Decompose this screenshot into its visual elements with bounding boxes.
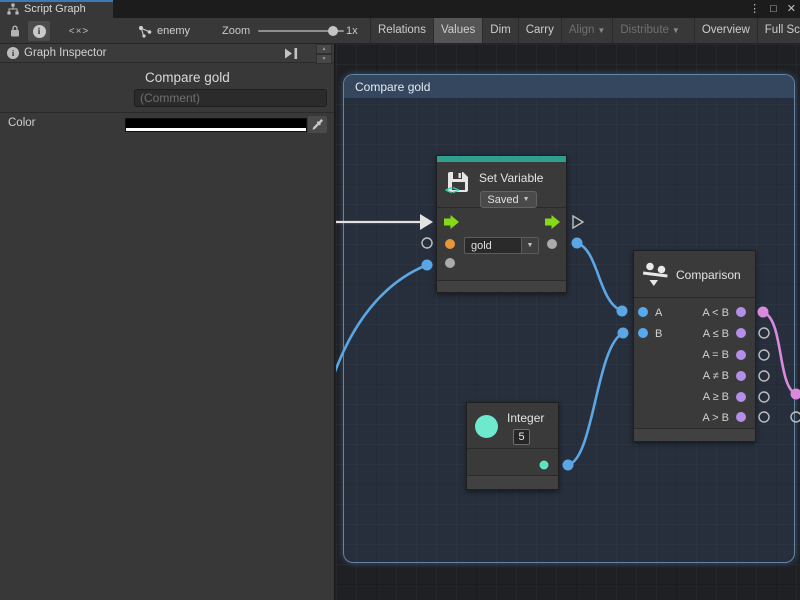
zoom-value: 1x (346, 18, 358, 44)
code-preview-button[interactable]: <×> (62, 21, 96, 41)
variable-name-dropdown[interactable]: gold ▼ (464, 237, 539, 254)
dropdown-arrow-icon: ▼ (597, 26, 605, 35)
lock-button[interactable] (4, 21, 26, 41)
scroll-down-icon[interactable]: ▼ (316, 54, 332, 64)
distribute-button[interactable]: Distribute▼ (612, 18, 687, 43)
node-title: Set Variable (479, 171, 543, 185)
output-a-gt-b-label: A > B (702, 408, 729, 429)
lock-icon (9, 24, 21, 38)
tab-label: Script Graph (24, 3, 86, 15)
node-footer (467, 475, 558, 489)
align-button[interactable]: Align▼ (561, 18, 613, 43)
script-graph-icon (7, 3, 19, 15)
integer-icon (475, 415, 498, 438)
node-footer (437, 280, 566, 292)
window-controls: ⋮ □ ✕ (749, 0, 796, 18)
output-a-eq-b-label: A = B (702, 345, 729, 366)
fullscreen-button[interactable]: Full Screen (757, 18, 800, 43)
save-variable-icon: <> (444, 168, 472, 196)
carry-button[interactable]: Carry (518, 18, 561, 43)
info-icon: i (33, 25, 46, 38)
output-a-lt-b-label: A < B (702, 303, 729, 324)
divider (0, 112, 334, 113)
eyedropper-button[interactable] (308, 116, 327, 133)
tab-accent-line (0, 0, 113, 2)
dim-button[interactable]: Dim (482, 18, 517, 43)
node-title: Comparison (676, 268, 741, 282)
node-comparison[interactable]: Comparison A B A < B A ≤ B A = B A ≠ B A… (633, 250, 756, 442)
node-footer (634, 428, 755, 441)
toolbar-buttons: Relations Values Dim Carry Align▼ Distri… (370, 18, 800, 43)
tab-script-graph[interactable]: Script Graph (0, 0, 113, 18)
info-icon: i (7, 47, 19, 59)
maximize-icon[interactable]: □ (770, 0, 777, 18)
relations-button[interactable]: Relations (370, 18, 433, 43)
dropdown-arrow-icon: ▼ (672, 26, 680, 35)
eyedropper-icon (311, 118, 324, 131)
svg-text:<>: <> (445, 183, 459, 196)
values-button[interactable]: Values (433, 18, 482, 43)
input-a-label: A (655, 303, 662, 324)
dock-panel-icon[interactable] (284, 47, 300, 60)
output-a-lte-b-label: A ≤ B (703, 324, 729, 345)
graph-toolbar: i <×> enemy Zoom 1x Relations Values Dim… (0, 18, 800, 44)
kebab-menu-icon[interactable]: ⋮ (749, 0, 760, 18)
variable-scope-dropdown[interactable]: Saved ▼ (480, 191, 537, 208)
comparison-scale-icon (642, 261, 669, 288)
comment-input[interactable] (134, 89, 327, 107)
breadcrumb-label: enemy (157, 25, 190, 37)
unity-visual-scripting-window: Script Graph ⋮ □ ✕ i <×> enemy (0, 0, 800, 600)
graph-breadcrumb-icon (138, 25, 152, 38)
node-header: <> Set Variable Saved ▼ (437, 162, 566, 208)
node-integer[interactable]: Integer 5 (466, 402, 559, 490)
overview-button[interactable]: Overview (694, 18, 757, 43)
code-icon: <×> (69, 26, 90, 37)
panel-scrollbar[interactable]: ▲ ▼ (316, 44, 332, 63)
group-title: Compare gold (355, 80, 430, 94)
zoom-label: Zoom (222, 18, 250, 44)
color-swatch[interactable] (125, 118, 307, 132)
inspector-toggle-button[interactable]: i (28, 21, 50, 41)
close-icon[interactable]: ✕ (787, 0, 796, 18)
node-header: Comparison (634, 251, 755, 298)
graph-title: Compare gold (145, 70, 230, 85)
group-header[interactable]: Compare gold (344, 75, 794, 99)
alpha-strip (126, 128, 306, 131)
output-a-neq-b-label: A ≠ B (703, 366, 729, 387)
dropdown-arrow-icon: ▼ (523, 196, 530, 203)
zoom-slider-handle[interactable] (328, 26, 338, 36)
output-a-gte-b-label: A ≥ B (703, 387, 729, 408)
graph-inspector-header: i Graph Inspector ▲ ▼ (0, 44, 334, 63)
color-label: Color (8, 117, 35, 129)
integer-value-input[interactable]: 5 (513, 429, 530, 445)
breadcrumb[interactable]: enemy (138, 21, 190, 41)
graph-inspector-title: Graph Inspector (24, 47, 106, 59)
graph-inspector-panel: i Graph Inspector ▲ ▼ Compare gold Color (0, 44, 335, 600)
input-b-label: B (655, 324, 662, 345)
node-set-variable[interactable]: <> Set Variable Saved ▼ gold ▼ (436, 155, 567, 293)
node-header: Integer 5 (467, 403, 558, 449)
graph-canvas[interactable]: Compare gold <> Set Variable Saved ▼ (336, 44, 800, 600)
dropdown-arrow-icon: ▼ (521, 238, 538, 253)
node-title: Integer (507, 411, 544, 425)
scroll-up-icon[interactable]: ▲ (316, 44, 332, 54)
tab-bar: Script Graph ⋮ □ ✕ (0, 0, 800, 18)
